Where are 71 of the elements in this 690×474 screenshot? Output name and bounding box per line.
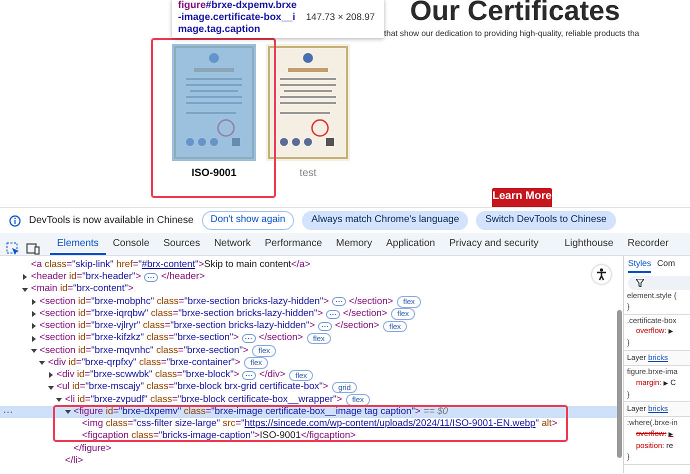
expand-arrow-icon[interactable]: [30, 336, 36, 342]
devtools-tab[interactable]: Sources: [156, 233, 208, 255]
code-line[interactable]: <div id="brxe-qrpfxy" class="brxe-container">: [48, 356, 240, 370]
collapse-arrow-icon[interactable]: [22, 286, 28, 293]
code-line[interactable]: <img class="css-filter size-large" src="https://sincede.com/wp-content/uploads/2024/11/ISO-9001-EN.webp" alt>: [82, 417, 558, 432]
collapse-arrow-icon[interactable]: [30, 348, 36, 354]
learn-more-button[interactable]: Learn More: [492, 188, 552, 207]
expand-arrow-icon[interactable]: [30, 323, 36, 330]
collapsed-content-button[interactable]: ⋯: [242, 370, 256, 380]
code-line[interactable]: </section>: [258, 331, 304, 346]
expand-arrow-icon[interactable]: [22, 274, 28, 280]
accessibility-icon[interactable]: [592, 265, 611, 284]
infobar-button[interactable]: Don't show again: [202, 211, 294, 230]
code-line[interactable]: </section>: [348, 294, 394, 310]
code-line[interactable]: </div>: [259, 368, 286, 383]
collapsed-content-button[interactable]: ⋯: [144, 272, 158, 282]
code-line[interactable]: <main id="brx-content">: [31, 282, 134, 297]
code-line[interactable]: </header>: [161, 270, 205, 285]
collapsed-content-button[interactable]: ⋯: [332, 297, 346, 306]
code-line[interactable]: <header id="brx-header">: [31, 270, 142, 285]
tooltip-size: 147.73 × 208.97: [306, 10, 375, 25]
styles-tab[interactable]: Com: [657, 256, 676, 273]
infobar-message: DevTools is now available in Chinese: [29, 214, 194, 228]
code-line[interactable]: <div id="brxe-scwwbk" class="brxe-block">: [56, 368, 240, 383]
devtools-tab[interactable]: Memory: [329, 233, 380, 255]
gutter-dots: ···: [3, 406, 13, 420]
devtools-tab[interactable]: Performance: [258, 233, 330, 255]
devtools-tab[interactable]: Application: [379, 233, 442, 255]
filter-field[interactable]: [628, 276, 690, 290]
devtools-tab[interactable]: Console: [106, 233, 156, 255]
certificate-caption: ISO-9001: [192, 166, 236, 182]
tooltip-selector: figure#brxe-dxpemv.brxe-image.certificate-box__image.tag.caption: [178, 0, 298, 36]
infobar-button[interactable]: Always match Chrome's language: [302, 211, 468, 230]
devtools-tab[interactable]: Privacy and security: [442, 233, 546, 255]
infobar-button[interactable]: Switch DevTools to Chinese: [476, 211, 616, 230]
expand-arrow-icon[interactable]: [30, 311, 36, 318]
collapsed-content-button[interactable]: ⋯: [242, 334, 256, 344]
scrollbar-thumb[interactable]: [617, 310, 622, 458]
code-line[interactable]: </section>: [342, 306, 388, 322]
collapse-arrow-icon[interactable]: [48, 384, 54, 391]
code-line[interactable]: <li id="brxe-zvpudf" class="brxe-block certificate-box__wrapper">: [65, 392, 342, 408]
styles-tab[interactable]: Styles: [628, 256, 652, 273]
devtools-tab[interactable]: Elements: [50, 233, 106, 255]
devtools-tab[interactable]: Recorder: [620, 233, 676, 255]
code-line[interactable]: <a class="skip-link" href="#brx-content">Skip to main content</a>: [31, 258, 310, 272]
code-line[interactable]: <section id="brxe-vjlryr" class="brxe-section bricks-lazy-hidden">: [40, 319, 315, 334]
expand-arrow-icon[interactable]: [48, 372, 54, 378]
code-line[interactable]: <figure id="brxe-dxpemv" class="brxe-image certificate-box__image tag caption">: [74, 404, 420, 420]
filter-icon: [636, 279, 644, 287]
page-subtitle: that show our dedication to providing high-quality, reliable products tha: [384, 28, 640, 40]
code-line[interactable]: <ul id="brxe-mscajy" class="brxe-block brx-grid certificate-box">: [56, 380, 328, 395]
code-line[interactable]: </li>: [65, 454, 84, 468]
collapse-arrow-icon[interactable]: [64, 409, 70, 416]
collapse-arrow-icon[interactable]: [56, 396, 62, 403]
code-line[interactable]: <section id="brxe-iqrqbw" class="brxe-section bricks-lazy-hidden">: [40, 306, 323, 322]
collapsed-content-button[interactable]: ⋯: [326, 310, 340, 319]
code-line[interactable]: <section id="brxe-mqvnhc" class="brxe-section">: [40, 344, 248, 358]
certificate-caption: test: [300, 166, 316, 182]
code-line[interactable]: <section id="brxe-kifzkz" class="brxe-section">: [40, 331, 239, 346]
code-line[interactable]: <figcaption class="bricks-image-caption">ISO-9001</figcaption>: [82, 429, 356, 444]
collapsed-content-button[interactable]: ⋯: [318, 322, 332, 331]
selected-marker: == $0: [423, 404, 448, 419]
page-heading: Our Certificates: [410, 0, 622, 25]
code-line[interactable]: <section id="brxe-mobphc" class="brxe-section bricks-lazy-hidden">: [40, 294, 329, 310]
expand-arrow-icon[interactable]: [30, 298, 36, 305]
devtools-tab[interactable]: Lighthouse: [558, 233, 620, 255]
code-line[interactable]: </figure>: [74, 442, 112, 456]
devtools-tab[interactable]: Network: [207, 233, 258, 255]
code-line[interactable]: </section>: [334, 319, 380, 334]
collapse-arrow-icon[interactable]: [39, 360, 45, 366]
info-icon: [9, 214, 21, 226]
